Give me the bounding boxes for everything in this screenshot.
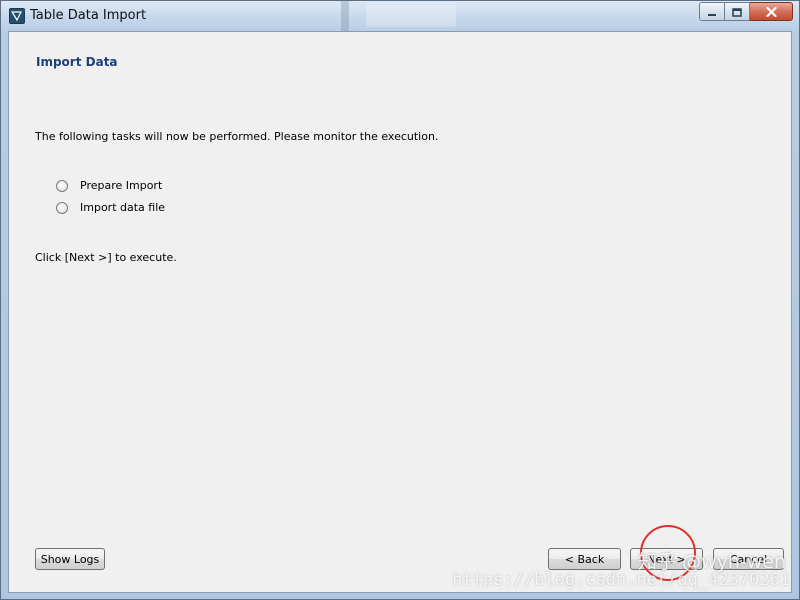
task-item-prepare-import: Prepare Import <box>56 179 162 192</box>
execute-hint: Click [Next >] to execute. <box>35 251 177 264</box>
task-status-indicator <box>56 179 68 192</box>
close-button[interactable] <box>750 2 793 21</box>
minimize-icon <box>707 2 717 21</box>
title-bar[interactable]: Table Data Import <box>1 1 799 31</box>
back-button[interactable]: < Back <box>548 548 621 570</box>
task-status-indicator <box>56 201 68 214</box>
app-icon <box>9 8 25 24</box>
close-icon <box>765 2 777 21</box>
show-logs-button[interactable]: Show Logs <box>35 548 105 570</box>
page-title: Import Data <box>36 55 118 69</box>
maximize-button[interactable] <box>725 2 750 21</box>
maximize-icon <box>732 2 742 21</box>
task-item-import-data-file: Import data file <box>56 201 165 214</box>
titlebar-background-detail <box>341 1 349 31</box>
minimize-button[interactable] <box>699 2 725 21</box>
task-label: Import data file <box>80 201 166 214</box>
task-label: Prepare Import <box>80 179 163 192</box>
wizard-content-panel: Import Data The following tasks will now… <box>8 31 792 593</box>
page-description: The following tasks will now be performe… <box>35 130 439 143</box>
cancel-button[interactable]: Cancel <box>713 548 784 570</box>
table-data-import-window: Table Data Import Import Data The follow… <box>0 0 800 600</box>
caption-buttons <box>699 2 793 21</box>
next-button[interactable]: Next > <box>630 548 703 570</box>
window-title: Table Data Import <box>30 8 147 23</box>
titlebar-background-detail-2 <box>366 5 456 27</box>
